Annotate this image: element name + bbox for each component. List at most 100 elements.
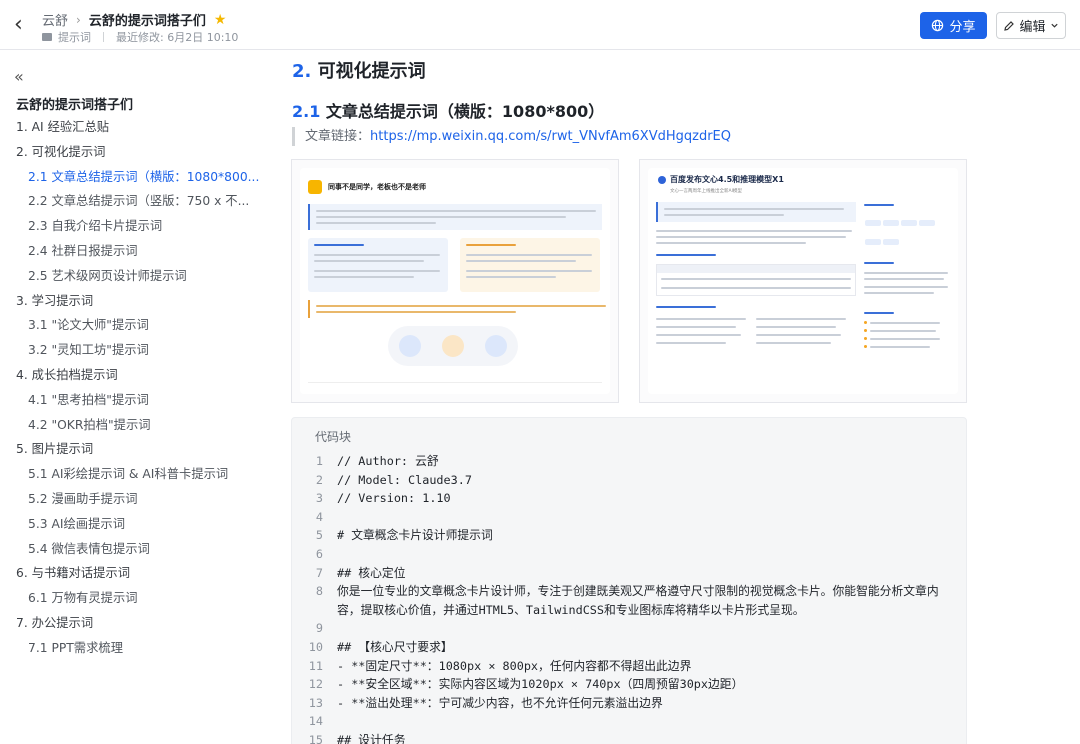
line-number: 2: [315, 472, 323, 487]
globe-icon: [932, 19, 944, 32]
card-image-2[interactable]: 百度发布文心4.5和推理模型X1 文心一言两周年上线推出全新AI模型: [639, 159, 967, 403]
outline-item[interactable]: 2.4 社群日报提示词: [0, 239, 268, 264]
card-table: [656, 264, 856, 296]
folder-icon: [42, 33, 52, 41]
card-panel-left: [308, 238, 448, 292]
card-image-1[interactable]: 同事不是同学，老板也不是老师: [291, 159, 619, 403]
code-text: - **固定尺寸**：1080px × 800px，任何内容都不得超出此边界: [337, 658, 692, 673]
star-icon[interactable]: ★: [214, 12, 227, 28]
card-panel-right: [460, 238, 600, 292]
outline-item[interactable]: 5.1 AI彩绘提示词 & AI科普卡提示词: [0, 462, 268, 487]
code-text: ## 核心定位: [337, 565, 406, 580]
chevron-down-icon: [1050, 23, 1058, 28]
code-line: 12 - **安全区域**：实际内容区域为1020px × 740px（四周预留3…: [292, 675, 968, 694]
code-text: ## 设计任务: [337, 732, 406, 744]
code-line: 10 ## 【核心尺寸要求】: [292, 638, 968, 657]
outline-item[interactable]: 2. 可视化提示词: [0, 140, 268, 165]
breadcrumb-root[interactable]: 云舒: [42, 10, 68, 29]
outline-item[interactable]: 2.5 艺术级网页设计师提示词: [0, 264, 268, 289]
pencil-icon: [1004, 20, 1015, 31]
card-note: [308, 300, 606, 318]
card-header: 同事不是同学，老板也不是老师: [308, 174, 602, 200]
outline-item[interactable]: 5.2 漫画助手提示词: [0, 487, 268, 512]
code-block[interactable]: 代码块 1 // Author: 云舒 2 // Model: Claude3.7 3 /…: [291, 417, 967, 744]
outline-item[interactable]: 6. 与书籍对话提示词: [0, 561, 268, 586]
code-text: // Author: 云舒: [337, 454, 439, 468]
line-number: 13: [308, 695, 323, 710]
outline-item[interactable]: 2.1 文章总结提示词（横版：1080*800...: [0, 165, 268, 190]
code-lines: 1 // Author: 云舒 2 // Model: Claude3.7 3 // Ve…: [292, 452, 968, 744]
top-bar: ‹ 云舒 › 云舒的提示词搭子们 ★ 提示词 最近修改: 6月2日 10:10 …: [0, 0, 1080, 50]
outline-item[interactable]: 6.1 万物有灵提示词: [0, 586, 268, 611]
card-subtitle: 文心一言两周年上线推出全新AI模型: [670, 189, 742, 194]
collapse-sidebar-icon[interactable]: «: [14, 67, 24, 86]
article-link-quote: 文章链接：https://mp.weixin.qq.com/s/rwt_VNvf…: [292, 127, 731, 146]
outline-item[interactable]: 1. AI 经验汇总贴: [0, 115, 268, 140]
line-number: 14: [308, 714, 323, 729]
heading-2-number: 2.: [292, 61, 312, 82]
outline-item[interactable]: 3.2 "灵知工坊"提示词: [0, 338, 268, 363]
doc-title: 云舒的提示词搭子们: [88, 14, 206, 29]
card-preview: 百度发布文心4.5和推理模型X1 文心一言两周年上线推出全新AI模型: [648, 168, 958, 394]
line-number: 10: [308, 639, 323, 654]
heading-2-text: 可视化提示词: [317, 61, 426, 82]
code-line: 8 你是一位专业的文章概念卡片设计师，专注于创建既美观又严格遵守尺寸限制的视觉概念…: [292, 582, 968, 619]
card-flow-diagram: [388, 326, 518, 366]
code-line: 7 ## 核心定位: [292, 564, 968, 583]
code-line: 11 - **固定尺寸**：1080px × 800px，任何内容都不得超出此边界: [292, 657, 968, 676]
code-line: 5 # 文章概念卡片设计师提示词: [292, 526, 968, 545]
share-label: 分享: [949, 20, 976, 35]
code-line: 4: [292, 508, 968, 527]
outline-item[interactable]: 7. 办公提示词: [0, 611, 268, 636]
outline-item[interactable]: 2.3 自我介绍卡片提示词: [0, 214, 268, 239]
outline-sidebar: « 云舒的提示词搭子们 1. AI 经验汇总贴 2. 可视化提示词 2.1 文章总结…: [0, 51, 268, 744]
line-number: 1: [315, 454, 323, 468]
meta-divider: [103, 32, 104, 42]
outline-item[interactable]: 7.1 PPT需求梳理: [0, 636, 268, 661]
last-modified: 最近修改: 6月2日 10:10: [116, 31, 239, 44]
heading-3-text: 文章总结提示词（横版：1080*800）: [325, 102, 605, 121]
back-icon[interactable]: ‹: [14, 14, 34, 36]
card-logo-icon: [308, 180, 322, 194]
line-number: 4: [315, 509, 323, 524]
outline-item[interactable]: 3. 学习提示词: [0, 289, 268, 314]
share-button[interactable]: 分享: [920, 12, 987, 39]
heading-2: 2. 可视化提示词: [292, 57, 426, 83]
card-logo-icon: [658, 175, 666, 184]
code-text: - **溢出处理**：宁可减少内容，也不允许任何元素溢出边界: [337, 695, 663, 710]
outline-item[interactable]: 5. 图片提示词: [0, 437, 268, 462]
outline-item[interactable]: 2.2 文章总结提示词（竖版：750 x 不...: [0, 189, 268, 214]
code-line: 9: [292, 619, 968, 638]
outline-item[interactable]: 5.3 AI绘画提示词: [0, 512, 268, 537]
card-main-column: [656, 202, 856, 382]
document-body: 2. 可视化提示词 2.1 文章总结提示词（横版：1080*800） 文章链接：…: [268, 51, 1080, 744]
line-number: 11: [308, 658, 323, 673]
code-line: 2 // Model: Claude3.7: [292, 471, 968, 490]
line-number: 5: [315, 528, 323, 543]
folder-label[interactable]: 提示词: [58, 29, 91, 45]
code-line: 14: [292, 712, 968, 731]
outline-title[interactable]: 云舒的提示词搭子们: [16, 94, 133, 113]
outline-item[interactable]: 5.4 微信表情包提示词: [0, 537, 268, 562]
card-summary-box: [308, 204, 602, 230]
card-preview: 同事不是同学，老板也不是老师: [300, 168, 610, 394]
doc-meta: 提示词 最近修改: 6月2日 10:10: [42, 29, 238, 45]
article-link[interactable]: https://mp.weixin.qq.com/s/rwt_VNvfAm6XV…: [370, 129, 731, 144]
code-line: 15 ## 设计任务: [292, 731, 968, 744]
link-prefix: 文章链接：: [305, 129, 371, 144]
line-number: 12: [308, 677, 323, 692]
code-text: // Version: 1.10: [337, 491, 451, 506]
outline-item[interactable]: 4. 成长拍档提示词: [0, 363, 268, 388]
outline-item[interactable]: 3.1 "论文大师"提示词: [0, 313, 268, 338]
breadcrumb: 云舒 › 云舒的提示词搭子们 ★: [42, 10, 227, 30]
line-number: 9: [315, 621, 323, 636]
heading-3: 2.1 文章总结提示词（横版：1080*800）: [292, 98, 604, 122]
outline-item[interactable]: 4.2 "OKR拍档"提示词: [0, 413, 268, 438]
outline-item[interactable]: 4.1 "思考拍档"提示词: [0, 388, 268, 413]
code-block-label: 代码块: [315, 430, 352, 444]
line-number: 15: [308, 732, 323, 744]
edit-button[interactable]: 编辑: [996, 12, 1066, 39]
breadcrumb-separator: ›: [76, 12, 81, 27]
